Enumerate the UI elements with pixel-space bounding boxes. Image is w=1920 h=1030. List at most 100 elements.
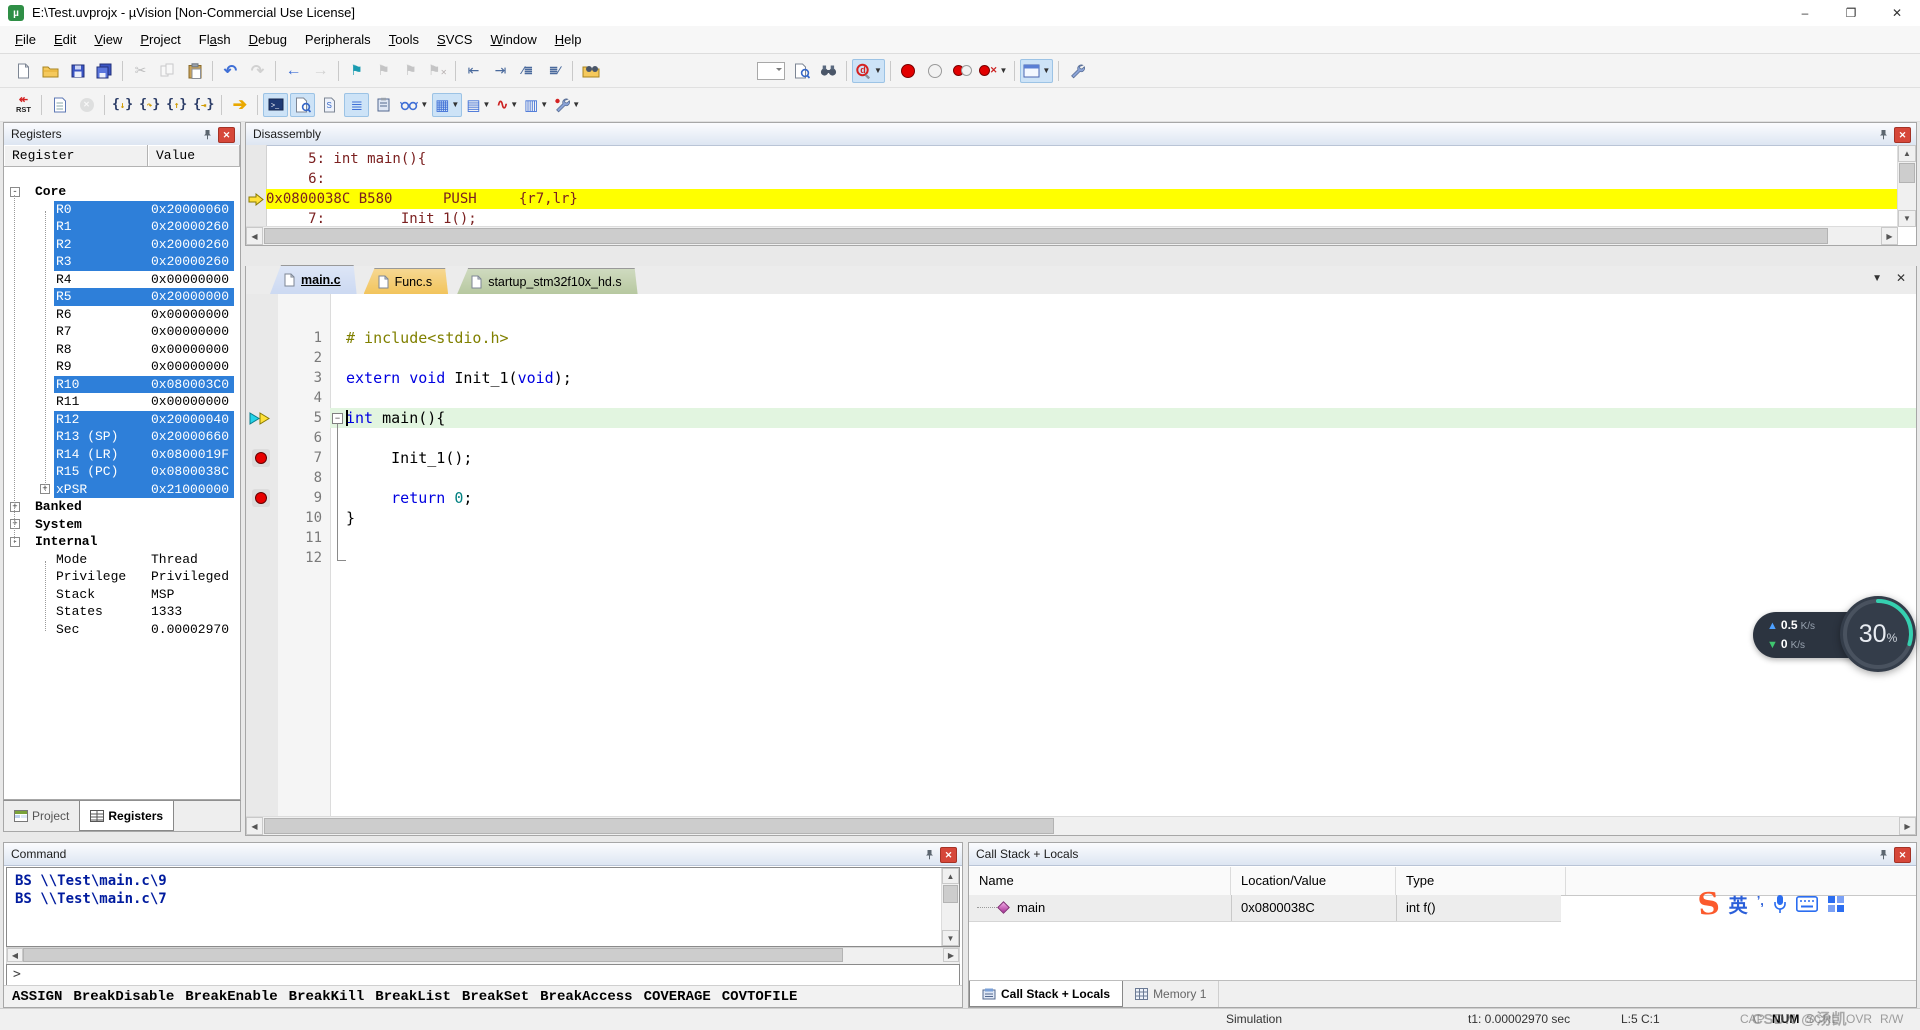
disable-breakpoint-button[interactable] bbox=[923, 59, 948, 83]
scroll-down-arrow[interactable]: ▼ bbox=[1898, 210, 1916, 227]
scroll-up-arrow[interactable]: ▲ bbox=[1898, 145, 1916, 162]
disassembly-vscrollbar[interactable]: ▲ ▼ bbox=[1897, 145, 1916, 227]
register-row[interactable]: R0 0x20000060 bbox=[4, 200, 240, 218]
step-over-button[interactable]: {↷} bbox=[137, 93, 162, 117]
uncomment-selection-button[interactable]: ≣∕ bbox=[542, 59, 567, 83]
register-entry[interactable]: R2 0x20000260 bbox=[54, 235, 234, 253]
close-icon[interactable]: ✕ bbox=[940, 847, 957, 863]
ime-punctuation-indicator[interactable]: ’, bbox=[1757, 893, 1764, 908]
register-row[interactable]: R4 0x00000000 bbox=[4, 271, 240, 289]
register-entry[interactable]: R12 0x20000040 bbox=[54, 410, 234, 428]
new-file-button[interactable] bbox=[11, 59, 36, 83]
command-button-breakaccess[interactable]: BreakAccess bbox=[540, 989, 632, 1005]
cut-button[interactable]: ✂ bbox=[128, 59, 153, 83]
code-line[interactable]: 5 int main(){− bbox=[246, 408, 1916, 428]
register-entry[interactable]: Sec 0.00002970 bbox=[54, 621, 234, 639]
tree-expander-icon[interactable]: - bbox=[10, 536, 20, 547]
show-next-statement-button[interactable] bbox=[47, 93, 72, 117]
insert-bookmark-button[interactable]: ⚑ bbox=[344, 59, 369, 83]
keyboard-icon[interactable] bbox=[1795, 896, 1818, 912]
find-button[interactable] bbox=[816, 59, 841, 83]
system-viewer-button[interactable]: ▥ ▼ bbox=[522, 93, 550, 117]
registers-window-button[interactable]: ≣ bbox=[344, 92, 370, 117]
register-row[interactable]: R2 0x20000260 bbox=[4, 235, 240, 253]
document-tab-startup-stm32f10x-hd-s[interactable]: startup_stm32f10x_hd.s bbox=[457, 268, 637, 294]
scroll-left-arrow[interactable]: ◀ bbox=[246, 817, 263, 835]
register-entry[interactable]: R15 (PC) 0x0800038C bbox=[54, 463, 234, 481]
register-row[interactable]: R7 0x00000000 bbox=[4, 323, 240, 341]
command-button-coverage[interactable]: COVERAGE bbox=[644, 989, 711, 1005]
command-button-breakdisable[interactable]: BreakDisable bbox=[73, 989, 174, 1005]
code-line[interactable]: 8 bbox=[246, 468, 1916, 488]
document-tab-main-c[interactable]: main.c bbox=[270, 265, 357, 294]
register-entry[interactable]: R3 0x20000260 bbox=[54, 253, 234, 271]
editor-hscrollbar[interactable]: ◀ ▶ bbox=[246, 816, 1916, 835]
command-button-assign[interactable]: ASSIGN bbox=[12, 989, 62, 1005]
next-bookmark-button[interactable]: ⚑ bbox=[398, 59, 423, 83]
name-column-header[interactable]: Name bbox=[969, 867, 1231, 895]
register-row[interactable]: R6 0x00000000 bbox=[4, 306, 240, 324]
command-button-breakenable[interactable]: BreakEnable bbox=[185, 989, 277, 1005]
register-entry[interactable]: R13 (SP) 0x20000660 bbox=[54, 428, 234, 446]
scroll-thumb[interactable] bbox=[264, 228, 1828, 244]
save-all-button[interactable] bbox=[92, 59, 117, 83]
disassembly-line[interactable]: 0x0800038C B580 PUSH {r7,lr} bbox=[266, 189, 1898, 209]
minimize-button[interactable]: – bbox=[1782, 0, 1828, 26]
register-entry[interactable]: R4 0x00000000 bbox=[54, 271, 234, 289]
register-row[interactable]: Sec 0.00002970 bbox=[4, 621, 240, 639]
configure-target-button[interactable] bbox=[1064, 59, 1089, 83]
register-row[interactable]: - Core bbox=[4, 183, 240, 201]
register-entry[interactable]: Stack MSP bbox=[54, 586, 234, 604]
dropdown-arrow-icon[interactable]: ▼ bbox=[1042, 66, 1050, 75]
indent-button[interactable]: ⇥ bbox=[488, 59, 513, 83]
close-document-icon[interactable]: ✕ bbox=[1896, 271, 1906, 285]
register-row[interactable]: R11 0x00000000 bbox=[4, 393, 240, 411]
register-entry[interactable]: R14 (LR) 0x0800019F bbox=[54, 445, 234, 463]
command-window-button[interactable]: >_ bbox=[263, 92, 289, 117]
menu-file[interactable]: File bbox=[6, 28, 45, 51]
debug-toolbox-button[interactable]: ▼ bbox=[552, 93, 582, 117]
tab-registers[interactable]: Registers bbox=[79, 801, 175, 831]
stop-debug-button[interactable]: ✕ bbox=[74, 93, 99, 117]
menu-svcs[interactable]: SVCS bbox=[428, 28, 481, 51]
command-button-breakset[interactable]: BreakSet bbox=[462, 989, 529, 1005]
memory-windows-button[interactable]: ▦ ▼ bbox=[432, 92, 463, 117]
scroll-left-arrow[interactable]: ◀ bbox=[7, 948, 23, 962]
code-line[interactable]: 9 return 0; bbox=[246, 488, 1916, 508]
memory-percent-widget[interactable]: 30% bbox=[1840, 596, 1916, 672]
sogou-logo-icon[interactable]: S bbox=[1696, 885, 1721, 922]
register-entry[interactable]: R5 0x20000000 bbox=[54, 288, 234, 306]
start-stop-debug-session-button[interactable]: d ▼ bbox=[852, 58, 885, 83]
scroll-left-arrow[interactable]: ◀ bbox=[246, 227, 263, 245]
tree-expander-icon[interactable]: - bbox=[10, 186, 20, 197]
register-entry[interactable]: R1 0x20000260 bbox=[54, 218, 234, 236]
menu-tools[interactable]: Tools bbox=[380, 28, 428, 51]
command-button-breakkill[interactable]: BreakKill bbox=[289, 989, 365, 1005]
analysis-windows-button[interactable]: ∿ ▼ bbox=[494, 93, 520, 117]
undo-button[interactable]: ↶ bbox=[218, 59, 243, 83]
register-row[interactable]: R15 (PC) 0x0800038C bbox=[4, 463, 240, 481]
tab-project[interactable]: Project bbox=[4, 801, 79, 831]
kill-all-breakpoints-button[interactable]: ✕ ▼ bbox=[977, 59, 1009, 83]
watch-windows-button[interactable]: ▼ bbox=[398, 93, 430, 117]
insert-breakpoint-button[interactable] bbox=[896, 59, 921, 83]
pin-icon[interactable] bbox=[200, 127, 214, 141]
dropdown-arrow-icon[interactable]: ▼ bbox=[540, 100, 548, 109]
scroll-right-arrow[interactable]: ▶ bbox=[1899, 817, 1916, 835]
register-entry[interactable]: R8 0x00000000 bbox=[54, 341, 234, 359]
register-row[interactable]: + System bbox=[4, 516, 240, 534]
copy-button[interactable] bbox=[155, 59, 180, 83]
register-entry[interactable]: States 1333 bbox=[54, 603, 234, 621]
code-line[interactable]: 2 bbox=[246, 348, 1916, 368]
navigate-forward-button[interactable]: → bbox=[308, 59, 333, 83]
register-row[interactable]: R13 (SP) 0x20000660 bbox=[4, 428, 240, 446]
pin-icon[interactable] bbox=[922, 847, 936, 861]
navigate-back-button[interactable]: ← bbox=[281, 59, 306, 83]
callstack-row[interactable]: main 0x0800038C int f() bbox=[969, 895, 1561, 922]
find-in-files-button[interactable] bbox=[578, 59, 603, 83]
previous-bookmark-button[interactable]: ⚑ bbox=[371, 59, 396, 83]
code-line[interactable]: 4 bbox=[246, 388, 1916, 408]
close-icon[interactable]: ✕ bbox=[218, 127, 235, 143]
code-line[interactable]: 6 bbox=[246, 428, 1916, 448]
run-button[interactable]: ➔ bbox=[227, 93, 252, 117]
